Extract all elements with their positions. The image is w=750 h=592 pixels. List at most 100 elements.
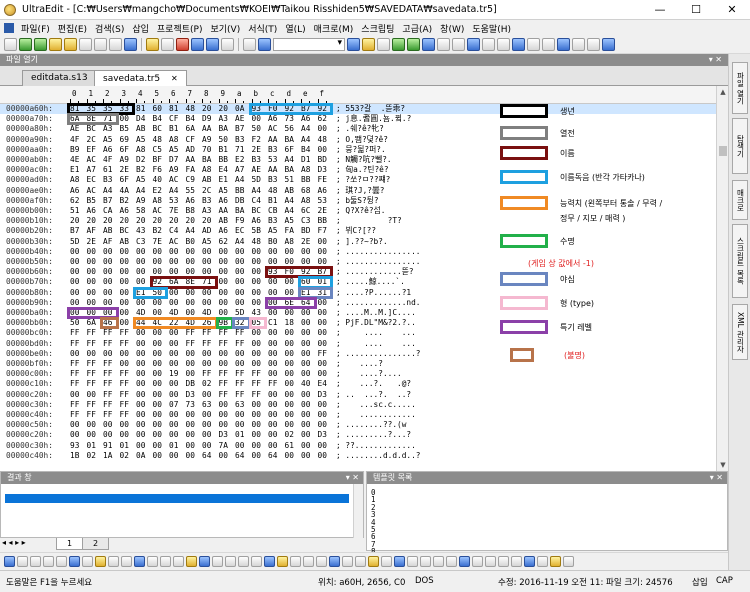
hex-byte[interactable]: FF [219, 379, 228, 389]
hex-byte[interactable]: 00 [202, 410, 211, 420]
hex-byte[interactable]: 60 [153, 104, 162, 114]
hex-byte[interactable]: B4 [301, 145, 310, 155]
toolbar-button[interactable] [446, 555, 457, 567]
menu-item[interactable]: 검색(S) [91, 22, 128, 35]
toolbar-button[interactable] [225, 555, 236, 567]
table-row[interactable]: 00000b80h: 00 00 00 00 E1 50 00 00 00 00 00 00 00 00 E1… [0, 288, 716, 298]
hex-byte[interactable]: 48 [268, 186, 277, 196]
hex-byte[interactable]: 01 [169, 441, 178, 451]
hex-byte[interactable]: 4C [153, 318, 162, 328]
table-row[interactable]: 00000bb0h: 50 6A 46 00 44 4C 22 4D 26 9B 32 05 C1 18 00… [0, 318, 716, 328]
hex-byte[interactable]: B8 [186, 206, 195, 216]
hex-byte[interactable]: CA [103, 206, 112, 216]
hex-byte[interactable]: 00 [285, 349, 294, 359]
hex-byte[interactable]: 00 [318, 441, 327, 451]
hex-byte[interactable]: 00 [318, 359, 327, 369]
hex-byte[interactable]: 00 [186, 298, 195, 308]
hex-byte[interactable]: B1 [219, 145, 228, 155]
hex-byte[interactable]: 00 [268, 257, 277, 267]
hex-byte[interactable]: A4 [103, 186, 112, 196]
hex-byte[interactable]: 01 [235, 430, 244, 440]
hex-byte[interactable]: C9 [186, 175, 195, 185]
table-row[interactable]: 00000b90h: 00 00 00 00 00 00 00 00 00 00 00 00 00 6E 64… [0, 298, 716, 308]
hex-byte[interactable]: 64 [268, 451, 277, 461]
hex-byte[interactable]: AB [219, 216, 228, 226]
hex-byte[interactable]: 48 [186, 104, 195, 114]
hex-byte[interactable]: AA [268, 135, 277, 145]
hex-byte[interactable]: 00 [87, 257, 96, 267]
hex-byte[interactable]: 00 [268, 288, 277, 298]
menu-item[interactable]: 창(W) [436, 22, 468, 35]
hex-byte[interactable]: A4 [301, 124, 310, 134]
hex-byte[interactable]: 20 [186, 216, 195, 226]
hex-byte[interactable]: FF [120, 379, 129, 389]
hex-byte[interactable]: 00 [301, 420, 310, 430]
hex-byte[interactable]: 00 [285, 379, 294, 389]
table-row[interactable]: 00000c30h: FF FF FF FF 00 00 07 73 63 00 63 00 00 00 00… [0, 400, 716, 410]
hex-byte[interactable]: 00 [120, 257, 129, 267]
hex-byte[interactable]: 00 [285, 390, 294, 400]
hex-byte[interactable]: 51 [70, 206, 79, 216]
hex-byte[interactable]: C3 [301, 216, 310, 226]
hex-byte[interactable]: A8 [301, 196, 310, 206]
hex-byte[interactable]: 00 [186, 451, 195, 461]
hex-byte[interactable]: D3 [186, 390, 195, 400]
hex-byte[interactable]: FF [252, 369, 261, 379]
hex-byte[interactable]: 00 [136, 420, 145, 430]
hex-byte[interactable]: 00 [103, 298, 112, 308]
hex-byte[interactable]: 00 [235, 298, 244, 308]
hex-byte[interactable]: 81 [169, 104, 178, 114]
hex-byte[interactable]: D3 [318, 390, 327, 400]
side-panel-tab[interactable]: 탐색기 [732, 118, 748, 174]
hex-byte[interactable]: FF [120, 400, 129, 410]
hex-byte[interactable]: 00 [136, 277, 145, 287]
hex-byte[interactable]: BB [301, 175, 310, 185]
tab-editdata[interactable]: editdata.s13 [22, 70, 97, 86]
hex-byte[interactable]: 73 [186, 400, 195, 410]
toolbar-button[interactable] [212, 555, 223, 567]
toolbar-button[interactable] [191, 38, 204, 51]
table-row[interactable]: 00000c20h: 00 00 00 00 00 00 00 00 00 D3 01 00 00 02 00… [0, 430, 716, 440]
hex-byte[interactable]: 00 [136, 247, 145, 257]
hex-byte[interactable]: C5 [153, 145, 162, 155]
hex-byte[interactable]: FF [219, 369, 228, 379]
hex-byte[interactable]: 00 [268, 420, 277, 430]
toolbar-button[interactable] [472, 555, 483, 567]
hex-byte[interactable]: 00 [169, 247, 178, 257]
hex-byte[interactable]: FE [318, 175, 327, 185]
hex-byte[interactable]: FF [87, 339, 96, 349]
side-panel-tab[interactable]: XML 관리자 [732, 304, 748, 360]
hex-byte[interactable]: A3 [103, 124, 112, 134]
hex-byte[interactable]: 50 [70, 318, 79, 328]
toolbar-button[interactable] [176, 38, 189, 51]
panel-controls[interactable]: ▾ ✕ [709, 54, 722, 66]
table-row[interactable]: 00000b40h: 00 00 00 00 00 00 00 00 00 00 00 00 00 00 00… [0, 247, 716, 257]
hex-byte[interactable]: 00 [153, 451, 162, 461]
close-button[interactable]: ✕ [714, 0, 750, 20]
hex-byte[interactable]: A4 [285, 206, 294, 216]
hex-byte[interactable]: 00 [318, 339, 327, 349]
menu-item[interactable]: 열(L) [281, 22, 309, 35]
hex-byte[interactable]: 00 [318, 328, 327, 338]
hex-byte[interactable]: 00 [301, 359, 310, 369]
hex-byte[interactable]: 00 [202, 247, 211, 257]
maximize-button[interactable]: ☐ [678, 0, 714, 20]
hex-byte[interactable]: 00 [285, 247, 294, 257]
toolbar-button[interactable] [121, 555, 132, 567]
hex-byte[interactable]: A6 [103, 145, 112, 155]
hex-byte[interactable]: A8 [285, 237, 294, 247]
hex-byte[interactable]: 2E [252, 145, 261, 155]
hex-byte[interactable]: A6 [70, 186, 79, 196]
hex-byte[interactable]: B3 [202, 196, 211, 206]
hex-byte[interactable]: AB [202, 175, 211, 185]
table-row[interactable]: 00000c10h: FF FF FF FF 00 00 00 DB 02 FF FF FF FF 00 40… [0, 379, 716, 389]
toolbar-button[interactable] [557, 38, 570, 51]
hex-byte[interactable]: 00 [70, 298, 79, 308]
hex-byte[interactable]: 00 [202, 288, 211, 298]
table-row[interactable]: 00000ba0h: 00 00 00 00 4D 00 4D 00 4D 00 5D 43 00 00 00… [0, 308, 716, 318]
toolbar-button[interactable] [238, 555, 249, 567]
hex-byte[interactable]: 00 [153, 379, 162, 389]
hex-byte[interactable]: F0 [268, 104, 277, 114]
toolbar-button[interactable] [19, 38, 32, 51]
hex-byte[interactable]: 53 [169, 196, 178, 206]
